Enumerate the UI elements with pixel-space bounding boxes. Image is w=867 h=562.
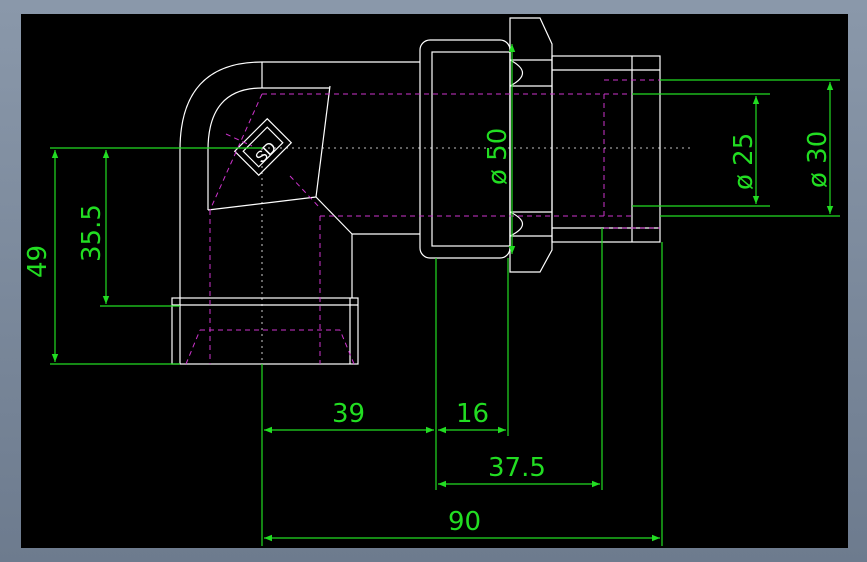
part-outline: SD [171,17,661,365]
cad-drawing: SD 39 16 37.5 90 49 35.5 ø 50 ø 25 ø 30 [23,17,840,546]
dimension-lines [50,44,840,546]
dim-35-5-label: 35.5 [77,204,107,262]
dim-dia-30-label: ø 30 [803,131,833,188]
dim-39-label: 39 [332,399,365,429]
svg-text:SD: SD [252,139,280,167]
dim-dia-25-label: ø 25 [729,133,759,190]
dimension-labels: 39 16 37.5 90 49 35.5 ø 50 ø 25 ø 30 [23,128,833,537]
hidden-lines [185,79,660,365]
dim-dia-50-label: ø 50 [483,128,513,185]
dim-37-5-label: 37.5 [488,453,546,483]
dim-90-label: 90 [448,507,481,537]
dim-49-label: 49 [23,245,53,278]
dim-16-label: 16 [456,399,489,429]
center-lines [261,147,690,390]
